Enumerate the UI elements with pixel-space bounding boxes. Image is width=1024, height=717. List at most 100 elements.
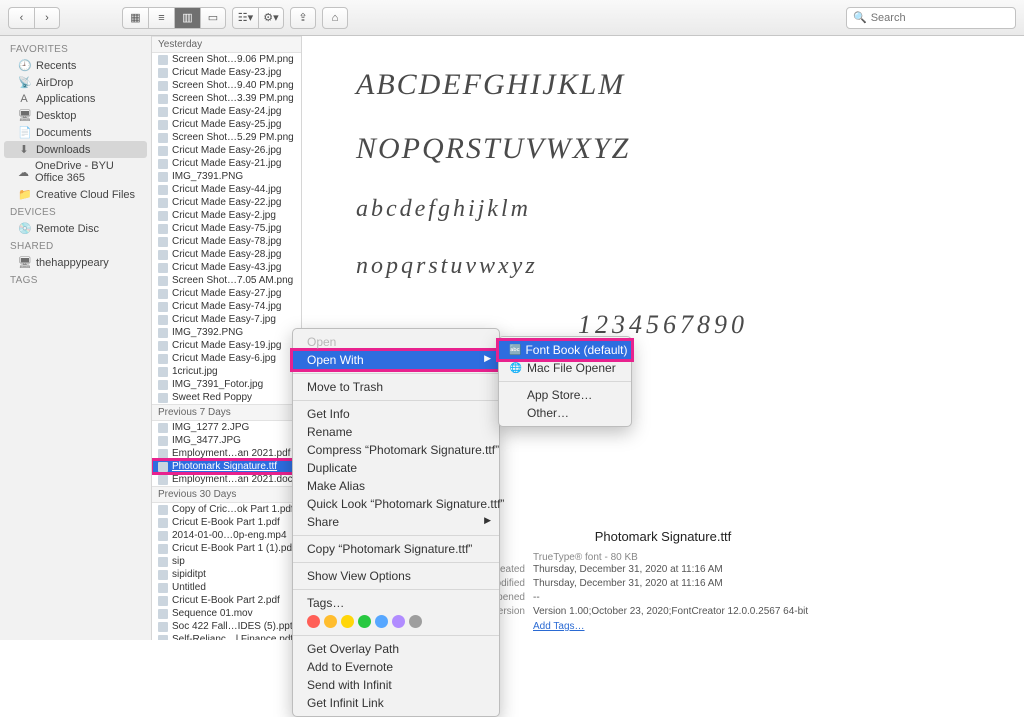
context-menu-item[interactable]: Tags… — [293, 594, 499, 612]
context-menu-item[interactable]: Send with Infinit — [293, 676, 499, 694]
view-list-button[interactable]: ≡ — [148, 7, 174, 29]
file-row[interactable]: Cricut Made Easy-44.jpg — [152, 183, 301, 196]
sidebar-item[interactable]: 💿Remote Disc — [0, 220, 151, 237]
file-row[interactable]: Screen Shot…9.40 PM.png — [152, 79, 301, 92]
file-row[interactable]: sip — [152, 555, 301, 568]
tag-color[interactable] — [358, 615, 371, 628]
file-name: Soc 422 Fall…IDES (5).pptx — [172, 621, 298, 632]
submenu-item[interactable]: Other… — [499, 404, 631, 422]
context-menu-item[interactable]: Open With — [293, 351, 499, 369]
sidebar-item[interactable]: 🖥thehappypeary — [0, 254, 151, 271]
view-column-button[interactable]: ▥ — [174, 7, 200, 29]
file-row[interactable]: Cricut Made Easy-78.jpg — [152, 235, 301, 248]
view-icon-button[interactable]: ▦ — [122, 7, 148, 29]
context-menu-item[interactable]: Copy “Photomark Signature.ttf” — [293, 540, 499, 558]
context-menu-item[interactable]: Rename — [293, 423, 499, 441]
share-button[interactable]: ⇪ — [290, 7, 316, 29]
context-menu-item[interactable]: Add to Evernote — [293, 658, 499, 676]
context-menu-item[interactable]: Quick Look “Photomark Signature.ttf” — [293, 495, 499, 513]
sidebar-heading: Tags — [0, 271, 151, 288]
file-row[interactable]: Screen Shot…7.05 AM.png — [152, 274, 301, 287]
submenu-item[interactable]: App Store… — [499, 386, 631, 404]
file-row[interactable]: IMG_7391_Fotor.jpg — [152, 378, 301, 391]
tag-color[interactable] — [375, 615, 388, 628]
sidebar-item[interactable]: ⬇Downloads — [4, 141, 147, 158]
file-row[interactable]: IMG_7391.PNG — [152, 170, 301, 183]
file-row[interactable]: Untitled — [152, 581, 301, 594]
file-row[interactable]: Cricut Made Easy-28.jpg — [152, 248, 301, 261]
action-button[interactable]: ⚙▾ — [258, 7, 284, 29]
sidebar-item[interactable]: 📄Documents — [0, 124, 151, 141]
file-row[interactable]: Cricut E-Book Part 2.pdf — [152, 594, 301, 607]
file-row[interactable]: Screen Shot…3.39 PM.png — [152, 92, 301, 105]
file-row[interactable]: Cricut Made Easy-2.jpg — [152, 209, 301, 222]
file-row[interactable]: sipiditpt — [152, 568, 301, 581]
context-menu-item[interactable]: Move to Trash — [293, 378, 499, 396]
tag-color[interactable] — [307, 615, 320, 628]
sidebar-item[interactable]: AApplications — [0, 91, 151, 107]
search-input[interactable] — [871, 12, 1009, 24]
file-row[interactable]: Sweet Red Poppy — [152, 391, 301, 404]
file-row[interactable]: Sequence 01.mov — [152, 607, 301, 620]
sidebar-item[interactable]: 🖥Desktop — [0, 107, 151, 124]
file-row[interactable]: Employment…an 2021.pdf — [152, 447, 301, 460]
file-icon — [158, 315, 168, 325]
file-row[interactable]: Self-Relianc…l Finance.pdf — [152, 633, 301, 640]
context-menu-item[interactable]: Compress “Photomark Signature.ttf” — [293, 441, 499, 459]
file-row[interactable]: 2014-01-00…0p-eng.mp4 — [152, 529, 301, 542]
context-menu-item[interactable]: Make Alias — [293, 477, 499, 495]
file-row[interactable]: Cricut Made Easy-43.jpg — [152, 261, 301, 274]
file-row[interactable]: Copy of Cric…ok Part 1.pdf — [152, 503, 301, 516]
file-row[interactable]: Cricut E-Book Part 1.pdf — [152, 516, 301, 529]
view-gallery-button[interactable]: ▭ — [200, 7, 226, 29]
file-row[interactable]: Cricut Made Easy-19.jpg — [152, 339, 301, 352]
back-button[interactable]: ‹ — [8, 7, 34, 29]
file-row[interactable]: Cricut Made Easy-7.jpg — [152, 313, 301, 326]
sidebar-item[interactable]: 📁Creative Cloud Files — [0, 186, 151, 203]
file-row[interactable]: Cricut Made Easy-22.jpg — [152, 196, 301, 209]
context-menu-item[interactable]: Get Infinit Link — [293, 694, 499, 712]
file-row[interactable]: Cricut E-Book Part 1 (1).pdf — [152, 542, 301, 555]
file-name: Sweet Red Poppy — [172, 392, 252, 403]
file-row[interactable]: 1cricut.jpg — [152, 365, 301, 378]
file-row[interactable]: Cricut Made Easy-23.jpg — [152, 66, 301, 79]
tag-color[interactable] — [409, 615, 422, 628]
context-menu-item[interactable]: Get Info — [293, 405, 499, 423]
tag-color[interactable] — [392, 615, 405, 628]
file-row[interactable]: IMG_7392.PNG — [152, 326, 301, 339]
file-row[interactable]: IMG_3477.JPG — [152, 434, 301, 447]
file-row[interactable]: Cricut Made Easy-6.jpg — [152, 352, 301, 365]
tag-color[interactable] — [324, 615, 337, 628]
tags-button[interactable]: ⌂ — [322, 7, 348, 29]
file-row[interactable]: Cricut Made Easy-74.jpg — [152, 300, 301, 313]
tag-color[interactable] — [341, 615, 354, 628]
search-field[interactable]: 🔍 — [846, 7, 1016, 29]
sidebar-item[interactable]: ☁OneDrive - BYU Office 365 — [0, 158, 151, 186]
file-row[interactable]: Screen Shot…9.06 PM.png — [152, 53, 301, 66]
sidebar-item[interactable]: 🕘Recents — [0, 57, 151, 74]
context-menu-item[interactable]: Show View Options — [293, 567, 499, 585]
add-tags-link[interactable]: Add Tags… — [533, 621, 585, 632]
file-row[interactable]: Photomark Signature.ttf — [152, 460, 301, 473]
file-row[interactable]: Cricut Made Easy-21.jpg — [152, 157, 301, 170]
context-menu-item[interactable]: Duplicate — [293, 459, 499, 477]
file-name: Cricut Made Easy-21.jpg — [172, 158, 282, 169]
file-row[interactable]: Cricut Made Easy-75.jpg — [152, 222, 301, 235]
file-row[interactable]: Cricut Made Easy-26.jpg — [152, 144, 301, 157]
file-row[interactable]: IMG_1277 2.JPG — [152, 421, 301, 434]
forward-button[interactable]: › — [34, 7, 60, 29]
context-menu-item[interactable]: Get Overlay Path — [293, 640, 499, 658]
sidebar-item[interactable]: 📡AirDrop — [0, 74, 151, 91]
file-name: 1cricut.jpg — [172, 366, 218, 377]
context-menu-item[interactable]: Share — [293, 513, 499, 531]
submenu-item[interactable]: 🌐Mac File Opener — [499, 359, 631, 377]
file-icon — [158, 436, 168, 446]
submenu-item[interactable]: 🔤Font Book (default) — [499, 341, 631, 359]
file-row[interactable]: Soc 422 Fall…IDES (5).pptx — [152, 620, 301, 633]
file-row[interactable]: Screen Shot…5.29 PM.png — [152, 131, 301, 144]
file-row[interactable]: Cricut Made Easy-25.jpg — [152, 118, 301, 131]
file-row[interactable]: Cricut Made Easy-24.jpg — [152, 105, 301, 118]
arrange-button[interactable]: ☷▾ — [232, 7, 258, 29]
file-row[interactable]: Employment…an 2021.docx — [152, 473, 301, 486]
file-row[interactable]: Cricut Made Easy-27.jpg — [152, 287, 301, 300]
